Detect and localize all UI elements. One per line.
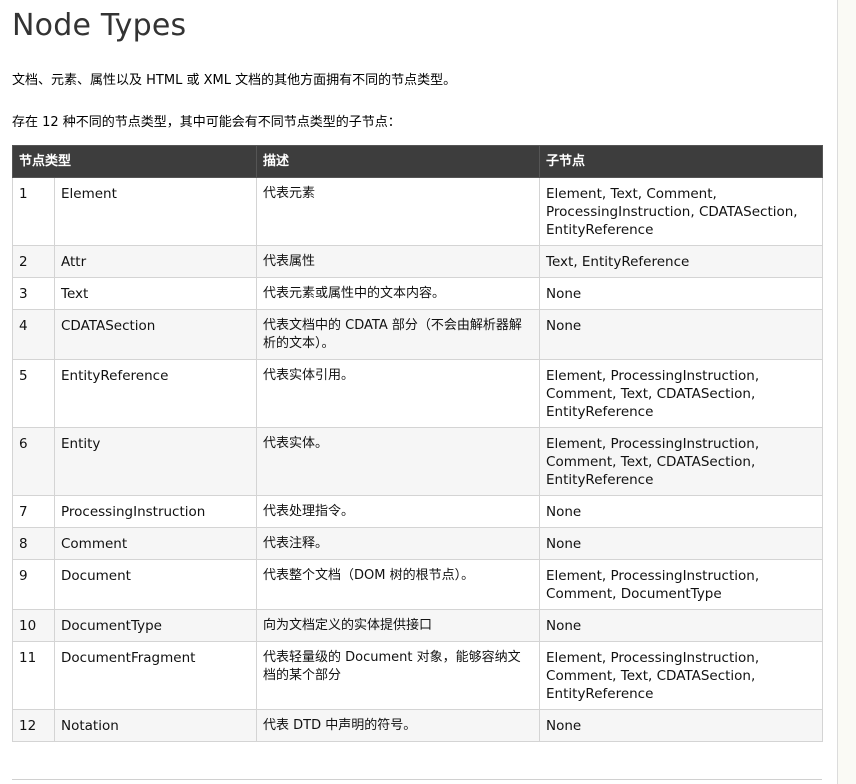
cell-description: 代表轻量级的 Document 对象，能够容纳文档的某个部分 [256,641,541,710]
page: Node Types 文档、元素、属性以及 HTML 或 XML 文档的其他方面… [0,0,838,784]
cell-child-nodes: None [539,277,824,310]
cell-node-type: Notation [53,709,258,742]
cell-number: 5 [12,359,55,428]
cell-node-type: Text [53,277,258,310]
cell-node-type: Document [53,559,258,610]
cell-number: 2 [12,245,55,278]
table-row: 1 Element 代表元素 Element, Text, Comment, Proc… [12,177,824,246]
cell-number: 4 [12,309,55,360]
page-title: Node Types [12,8,187,43]
cell-number: 10 [12,609,55,642]
header-description: 描述 [256,145,541,178]
cell-node-type: DocumentType [53,609,258,642]
table-row: 7 ProcessingInstruction 代表处理指令。 None [12,495,824,528]
cell-child-nodes: None [539,527,824,560]
table-row: 6 Entity 代表实体。 Element, ProcessingInstructi… [12,427,824,496]
table-row: 5 EntityReference 代表实体引用。 Element, Processi… [12,359,824,428]
cell-child-nodes: Element, ProcessingInstruction, Comment,… [539,427,824,496]
cell-child-nodes: None [539,709,824,742]
cell-child-nodes: Element, ProcessingInstruction, Comment,… [539,359,824,428]
cell-number: 11 [12,641,55,710]
cell-number: 9 [12,559,55,610]
header-node-type: 节点类型 [11,145,258,178]
table-row: 8 Comment 代表注释。 None [12,527,824,560]
table-row: 10 DocumentType 向为文档定义的实体提供接口 None [12,609,824,642]
cell-node-type: Comment [53,527,258,560]
cell-description: 代表 DTD 中声明的符号。 [256,709,541,742]
divider [12,779,822,780]
cell-child-nodes: Element, ProcessingInstruction, Comment,… [539,559,824,610]
cell-node-type: CDATASection [53,309,258,360]
cell-number: 7 [12,495,55,528]
table-row: 9 Document 代表整个文档（DOM 树的根节点）。 Element, Proc… [12,559,824,610]
cell-description: 代表实体。 [256,427,541,496]
cell-description: 代表元素 [256,177,541,246]
cell-node-type: Entity [53,427,258,496]
node-types-table: 节点类型 描述 子节点 1 Element 代表元素 Element, Text, C… [11,145,824,742]
table-row: 2 Attr 代表属性 Text, EntityReference [12,245,824,278]
cell-node-type: DocumentFragment [53,641,258,710]
cell-description: 代表实体引用。 [256,359,541,428]
intro-paragraph: 文档、元素、属性以及 HTML 或 XML 文档的其他方面拥有不同的节点类型。 [12,73,457,88]
cell-description: 代表处理指令。 [256,495,541,528]
cell-description: 代表属性 [256,245,541,278]
table-header-row: 节点类型 描述 子节点 [11,145,824,178]
node-count-paragraph: 存在 12 种不同的节点类型，其中可能会有不同节点类型的子节点： [12,115,401,130]
table-row: 3 Text 代表元素或属性中的文本内容。 None [12,277,824,310]
cell-child-nodes: Element, ProcessingInstruction, Comment,… [539,641,824,710]
cell-child-nodes: None [539,309,824,360]
cell-number: 3 [12,277,55,310]
cell-child-nodes: None [539,609,824,642]
cell-description: 代表注释。 [256,527,541,560]
cell-node-type: ProcessingInstruction [53,495,258,528]
cell-node-type: Attr [53,245,258,278]
cell-node-type: EntityReference [53,359,258,428]
cell-description: 向为文档定义的实体提供接口 [256,609,541,642]
cell-description: 代表元素或属性中的文本内容。 [256,277,541,310]
cell-number: 1 [12,177,55,246]
cell-number: 6 [12,427,55,496]
table-row: 11 DocumentFragment 代表轻量级的 Document 对象，能够容… [12,641,824,710]
cell-number: 12 [12,709,55,742]
cell-description: 代表整个文档（DOM 树的根节点）。 [256,559,541,610]
table-row: 12 Notation 代表 DTD 中声明的符号。 None [12,709,824,742]
cell-description: 代表文档中的 CDATA 部分（不会由解析器解析的文本）。 [256,309,541,360]
cell-node-type: Element [53,177,258,246]
cell-child-nodes: None [539,495,824,528]
table-row: 4 CDATASection 代表文档中的 CDATA 部分（不会由解析器解析的文本… [12,309,824,360]
table-body: 1 Element 代表元素 Element, Text, Comment, Proc… [12,177,824,742]
cell-number: 8 [12,527,55,560]
cell-child-nodes: Element, Text, Comment, ProcessingInstru… [539,177,824,246]
cell-child-nodes: Text, EntityReference [539,245,824,278]
header-child-nodes: 子节点 [539,145,824,178]
